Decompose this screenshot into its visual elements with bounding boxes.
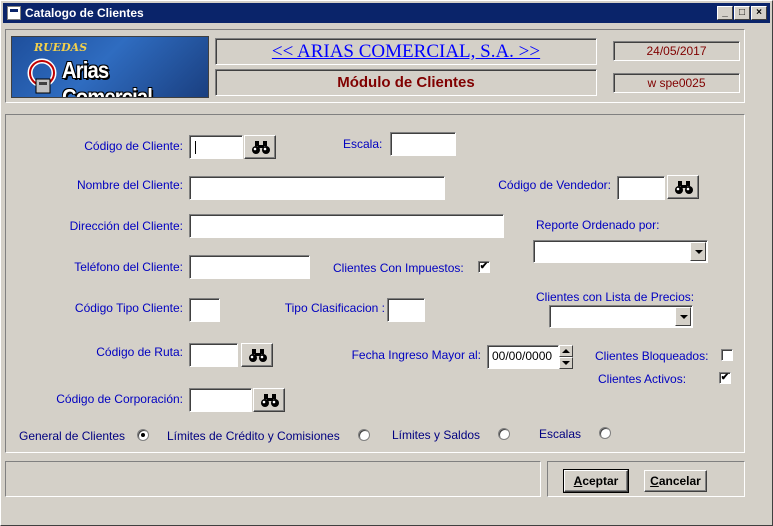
accept-label: ceptar bbox=[582, 473, 619, 488]
module-title: Módulo de Clientes bbox=[215, 69, 597, 96]
main-window: Catalogo de Clientes _ □ × RUEDAS Arias … bbox=[0, 0, 773, 526]
tipo-cliente-input[interactable] bbox=[189, 298, 220, 322]
minimize-button[interactable]: _ bbox=[717, 6, 733, 20]
lista-precios-select[interactable] bbox=[549, 305, 693, 328]
fecha-spinner[interactable] bbox=[559, 345, 573, 369]
binoculars-icon bbox=[675, 181, 693, 194]
corporacion-label: Código de Corporación: bbox=[56, 392, 183, 406]
ruta-input[interactable] bbox=[189, 343, 238, 367]
direccion-input[interactable] bbox=[189, 214, 504, 238]
telefono-input[interactable] bbox=[189, 255, 310, 279]
cancel-mnemonic: C bbox=[650, 473, 659, 488]
bloqueados-label: Clientes Bloqueados: bbox=[595, 349, 709, 363]
chevron-down-icon[interactable] bbox=[690, 242, 706, 261]
fecha-ingreso-input[interactable]: 00/00/0000 bbox=[487, 345, 559, 369]
fecha-ingreso-label: Fecha Ingreso Mayor al: bbox=[351, 348, 481, 362]
vendedor-label: Código de Vendedor: bbox=[498, 178, 611, 192]
ruta-label: Código de Ruta: bbox=[96, 345, 183, 359]
cancel-label: ancelar bbox=[658, 473, 701, 488]
radio-escalas[interactable] bbox=[599, 427, 611, 439]
logo-tagline: RUEDAS bbox=[34, 41, 88, 54]
current-date: 24/05/2017 bbox=[613, 41, 740, 61]
radio-general[interactable] bbox=[137, 429, 149, 441]
codigo-cliente-label: Código de Cliente: bbox=[84, 139, 183, 153]
company-logo: RUEDAS Arias Comercial bbox=[11, 36, 209, 98]
cancel-button[interactable]: Cancelar bbox=[644, 470, 707, 492]
bloqueados-checkbox[interactable] bbox=[721, 349, 733, 361]
company-name[interactable]: << ARIAS COMERCIAL, S.A. >> bbox=[215, 38, 597, 65]
search-cliente-button[interactable] bbox=[244, 135, 276, 159]
logo-mark-icon bbox=[27, 58, 57, 94]
radio-limites-saldos-label: Límites y Saldos bbox=[392, 428, 481, 442]
radio-limites-saldos[interactable] bbox=[498, 428, 510, 440]
telefono-label: Teléfono del Cliente: bbox=[74, 260, 183, 274]
search-corporacion-button[interactable] bbox=[253, 388, 285, 412]
lista-precios-label: Clientes con Lista de Precios: bbox=[536, 290, 695, 304]
direccion-label: Dirección del Cliente: bbox=[69, 219, 183, 233]
codigo-cliente-input[interactable] bbox=[189, 135, 243, 159]
reporte-ordenado-select[interactable] bbox=[533, 240, 708, 263]
status-panel bbox=[5, 461, 541, 497]
logo-brand: Arias Comercial bbox=[62, 57, 153, 98]
reporte-ordenado-label: Reporte Ordenado por: bbox=[536, 218, 660, 232]
maximize-button[interactable]: □ bbox=[734, 6, 750, 20]
escala-label: Escala: bbox=[343, 137, 383, 151]
impuestos-checkbox[interactable]: ✔ bbox=[478, 261, 490, 273]
spin-down-icon[interactable] bbox=[559, 357, 573, 369]
title-bar[interactable]: Catalogo de Clientes _ □ × bbox=[3, 3, 770, 23]
activos-label: Clientes Activos: bbox=[598, 372, 687, 386]
spin-up-icon[interactable] bbox=[559, 345, 573, 357]
tipo-clasificacion-label: Tipo Clasificacion : bbox=[284, 301, 385, 315]
chevron-down-icon[interactable] bbox=[675, 307, 691, 326]
escala-input[interactable] bbox=[390, 132, 456, 156]
accept-button[interactable]: Aceptar bbox=[563, 469, 629, 493]
text-caret bbox=[195, 141, 196, 154]
app-icon[interactable] bbox=[7, 6, 21, 20]
corporacion-input[interactable] bbox=[189, 388, 252, 412]
accept-mnemonic: A bbox=[573, 473, 583, 488]
user-code: w spe0025 bbox=[613, 73, 740, 93]
binoculars-icon bbox=[261, 394, 279, 407]
nombre-cliente-input[interactable] bbox=[189, 176, 445, 200]
activos-checkbox[interactable]: ✔ bbox=[719, 372, 731, 384]
radio-general-label: General de Clientes bbox=[19, 429, 126, 443]
impuestos-label: Clientes Con Impuestos: bbox=[333, 261, 464, 275]
close-button[interactable]: × bbox=[751, 6, 767, 20]
tipo-cliente-label: Código Tipo Cliente: bbox=[74, 301, 183, 315]
radio-limites-credito[interactable] bbox=[358, 429, 370, 441]
search-vendedor-button[interactable] bbox=[667, 175, 699, 199]
nombre-cliente-label: Nombre del Cliente: bbox=[76, 178, 183, 192]
window-title: Catalogo de Clientes bbox=[25, 6, 144, 20]
tipo-clasificacion-input[interactable] bbox=[387, 298, 425, 322]
radio-escalas-label: Escalas bbox=[539, 427, 582, 441]
vendedor-input[interactable] bbox=[617, 176, 665, 200]
radio-limites-credito-label: Límites de Crédito y Comisiones bbox=[167, 429, 340, 443]
binoculars-icon bbox=[252, 141, 270, 154]
search-ruta-button[interactable] bbox=[241, 343, 273, 367]
binoculars-icon bbox=[249, 349, 267, 362]
